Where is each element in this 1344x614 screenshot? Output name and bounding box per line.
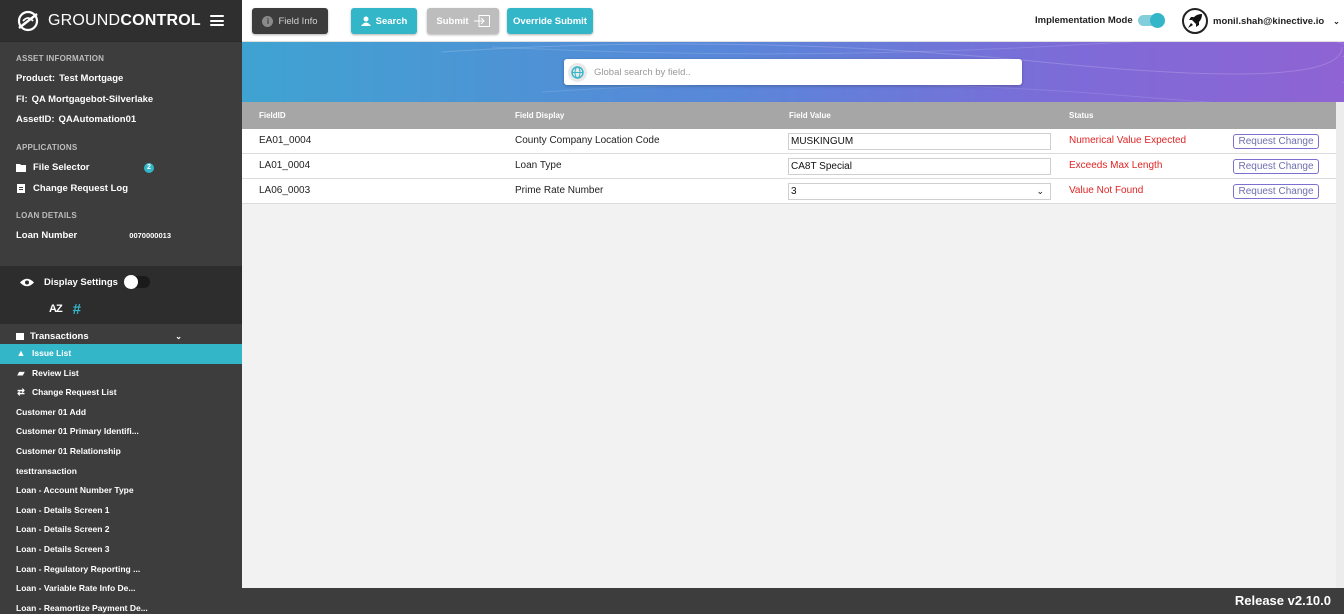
transaction-item[interactable]: Customer 01 Primary Identifi... xyxy=(0,422,242,442)
field-value-input[interactable]: CA8T Special xyxy=(788,158,1051,175)
transactions-icon xyxy=(16,332,24,340)
table-row: EA01_0004 County Company Location Code M… xyxy=(242,129,1336,154)
transaction-item[interactable]: Loan - Details Screen 1 xyxy=(0,501,242,521)
product-row: Product: Test Mortgage xyxy=(16,73,124,84)
display-settings-toggle[interactable] xyxy=(123,275,150,289)
display-settings-panel: Display Settings AZ # xyxy=(0,266,242,324)
field-info-button[interactable]: i Field Info xyxy=(252,8,328,34)
nav-issue-list[interactable]: ▲ Issue List xyxy=(0,344,242,364)
request-change-button[interactable]: Request Change xyxy=(1233,159,1319,174)
top-toolbar: i Field Info Search Submit Override Subm… xyxy=(242,0,1344,42)
transaction-item[interactable]: Customer 01 Add xyxy=(0,403,242,423)
eye-icon xyxy=(20,278,34,286)
asset-info-header: ASSET INFORMATION xyxy=(16,54,105,63)
loan-number-value: 0070000013 xyxy=(129,230,171,240)
transaction-item[interactable]: Loan - Reamortize Payment De... xyxy=(0,599,242,614)
groundcontrol-logo-icon xyxy=(17,10,39,31)
request-change-button[interactable]: Request Change xyxy=(1233,134,1319,149)
submit-button[interactable]: Submit xyxy=(427,8,499,34)
transaction-item[interactable]: Loan - Regulatory Reporting ... xyxy=(0,560,242,580)
global-search-input[interactable] xyxy=(594,66,994,78)
globe-icon xyxy=(568,62,587,82)
submit-arrow-icon xyxy=(473,15,490,27)
field-value-input[interactable]: MUSKINGUM xyxy=(788,133,1051,150)
file-selector-badge: 2 xyxy=(144,162,154,173)
file-selector-link[interactable]: File Selector 2 xyxy=(16,158,226,179)
transaction-item[interactable]: Loan - Account Number Type xyxy=(0,481,242,501)
nav-change-request-list[interactable]: ⇄ Change Request List xyxy=(0,383,242,403)
review-icon: ▰ xyxy=(17,367,25,378)
field-display-cell: Prime Rate Number xyxy=(515,185,604,196)
hamburger-menu-icon[interactable] xyxy=(210,15,224,26)
loan-number-row: Loan Number 0070000013 xyxy=(16,226,226,247)
transaction-item[interactable]: Loan - Details Screen 3 xyxy=(0,540,242,560)
implementation-mode: Implementation Mode xyxy=(1035,13,1165,28)
header-field-display: Field Display xyxy=(515,111,565,120)
display-settings-label: Display Settings xyxy=(44,276,118,288)
global-search[interactable] xyxy=(564,59,1022,85)
sidebar: GROUNDCONTROL ASSET INFORMATION Product:… xyxy=(0,0,242,614)
implementation-mode-toggle[interactable] xyxy=(1137,13,1165,28)
nav-review-list[interactable]: ▰ Review List xyxy=(0,364,242,384)
request-change-button[interactable]: Request Change xyxy=(1233,184,1319,199)
table-header: FieldID Field Display Field Value Status xyxy=(242,102,1336,129)
header-field-id: FieldID xyxy=(259,111,286,120)
scrollbar[interactable] xyxy=(1336,102,1344,588)
status-cell: Exceeds Max Length xyxy=(1069,160,1163,171)
issue-table-area: FieldID Field Display Field Value Status… xyxy=(242,102,1344,588)
rocket-icon xyxy=(1188,14,1202,28)
info-icon: i xyxy=(262,15,274,27)
header-status: Status xyxy=(1069,111,1094,120)
transaction-item[interactable]: Customer 01 Relationship xyxy=(0,442,242,462)
field-id-cell: EA01_0004 xyxy=(259,135,312,146)
field-display-cell: Loan Type xyxy=(515,160,562,171)
transaction-nav: Transactions ⌄ ▲ Issue List ▰ Review List … xyxy=(0,328,242,614)
search-banner xyxy=(242,42,1344,102)
field-id-cell: LA06_0003 xyxy=(259,185,311,196)
sort-number-icon[interactable]: # xyxy=(73,301,81,318)
avatar xyxy=(1182,8,1208,34)
table-row: LA06_0003 Prime Rate Number 3 ⌄ Value Not… xyxy=(242,179,1336,204)
change-request-log-link[interactable]: Change Request Log xyxy=(16,178,226,199)
change-icon: ⇄ xyxy=(17,387,25,398)
asset-id-row: AssetID: QAAutomation01 xyxy=(16,114,137,125)
transaction-item[interactable]: Loan - Details Screen 2 xyxy=(0,520,242,540)
brand-header: GROUNDCONTROL xyxy=(0,0,242,42)
user-icon xyxy=(360,16,371,26)
transactions-header[interactable]: Transactions ⌄ xyxy=(0,328,242,344)
field-value-select[interactable]: 3 ⌄ xyxy=(788,183,1051,200)
chevron-down-icon: ⌄ xyxy=(175,331,182,341)
chevron-down-icon: ⌄ xyxy=(1333,16,1340,26)
header-field-value: Field Value xyxy=(789,111,831,120)
transaction-item[interactable]: Loan - Variable Rate Info De... xyxy=(0,579,242,599)
chevron-down-icon: ⌄ xyxy=(1036,186,1044,196)
sort-alpha-icon[interactable]: AZ xyxy=(49,303,63,315)
user-email: monil.shah@kinective.io xyxy=(1213,15,1325,27)
release-footer: Release v2.10.0 xyxy=(242,588,1344,614)
applications-header: APPLICATIONS xyxy=(16,142,78,152)
transaction-item[interactable]: testtransaction xyxy=(0,462,242,482)
warning-icon: ▲ xyxy=(16,348,26,358)
folder-icon xyxy=(16,164,26,173)
loan-details-header: LOAN DETAILS xyxy=(16,210,77,220)
fi-row: FI: QA Mortgagebot-Silverlake xyxy=(16,93,154,105)
brand-name: GROUNDCONTROL xyxy=(48,11,201,29)
log-icon xyxy=(17,183,25,193)
field-id-cell: LA01_0004 xyxy=(259,160,311,171)
field-display-cell: County Company Location Code xyxy=(515,135,660,146)
status-cell: Numerical Value Expected xyxy=(1069,135,1187,146)
status-cell: Value Not Found xyxy=(1069,185,1144,196)
override-submit-button[interactable]: Override Submit xyxy=(507,8,593,34)
table-row: LA01_0004 Loan Type CA8T Special Exceeds… xyxy=(242,154,1336,179)
search-button[interactable]: Search xyxy=(351,8,417,34)
user-menu[interactable]: monil.shah@kinective.io ⌄ xyxy=(1182,8,1340,34)
